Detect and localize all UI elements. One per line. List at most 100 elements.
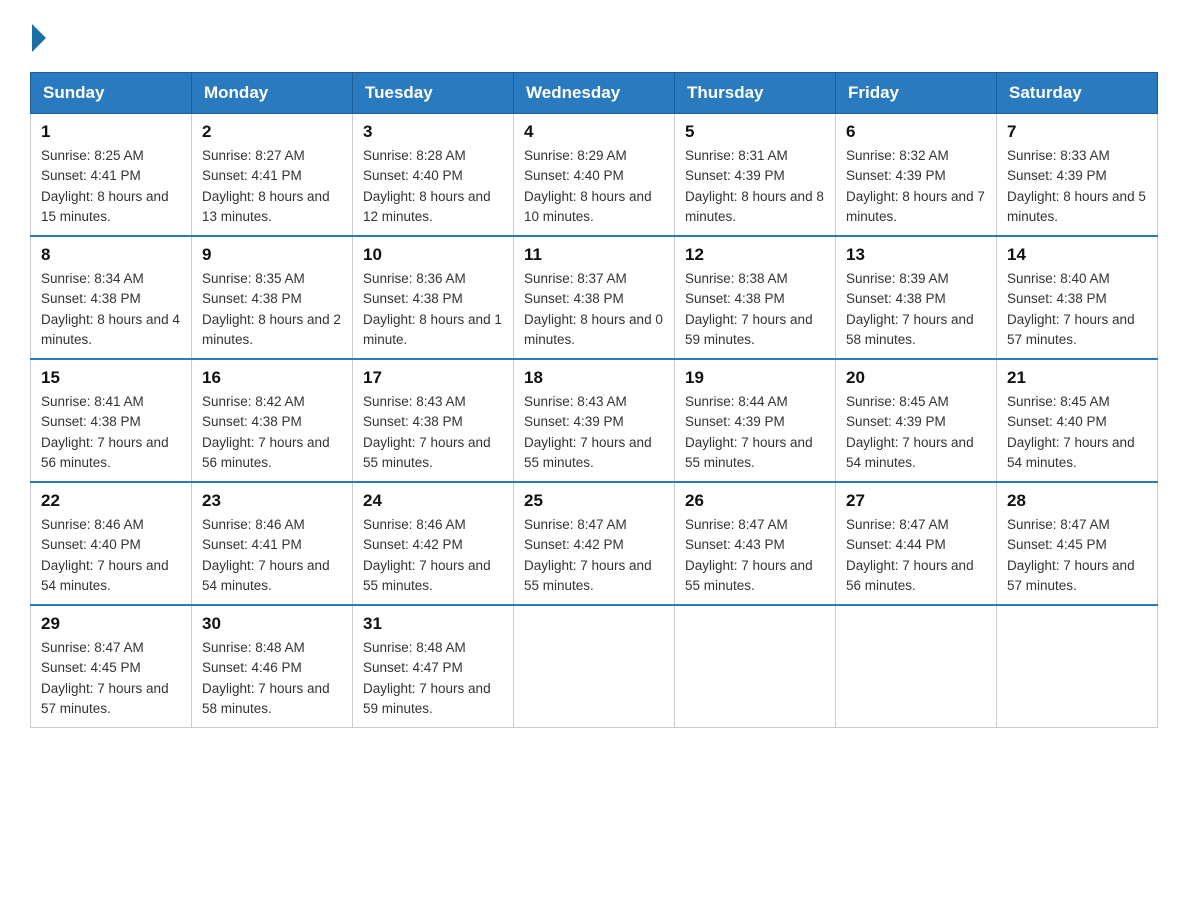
- day-info: Sunrise: 8:46 AM Sunset: 4:42 PM Dayligh…: [363, 515, 503, 596]
- day-info: Sunrise: 8:27 AM Sunset: 4:41 PM Dayligh…: [202, 146, 342, 227]
- page-header: [30, 20, 1158, 52]
- calendar-week-row: 1 Sunrise: 8:25 AM Sunset: 4:41 PM Dayli…: [31, 114, 1158, 237]
- calendar-cell: 23 Sunrise: 8:46 AM Sunset: 4:41 PM Dayl…: [192, 482, 353, 605]
- calendar-cell: 27 Sunrise: 8:47 AM Sunset: 4:44 PM Dayl…: [836, 482, 997, 605]
- day-info: Sunrise: 8:47 AM Sunset: 4:43 PM Dayligh…: [685, 515, 825, 596]
- calendar-table: SundayMondayTuesdayWednesdayThursdayFrid…: [30, 72, 1158, 728]
- day-number: 16: [202, 368, 342, 388]
- day-info: Sunrise: 8:34 AM Sunset: 4:38 PM Dayligh…: [41, 269, 181, 350]
- day-number: 10: [363, 245, 503, 265]
- calendar-cell: 12 Sunrise: 8:38 AM Sunset: 4:38 PM Dayl…: [675, 236, 836, 359]
- calendar-cell: 22 Sunrise: 8:46 AM Sunset: 4:40 PM Dayl…: [31, 482, 192, 605]
- calendar-cell: 3 Sunrise: 8:28 AM Sunset: 4:40 PM Dayli…: [353, 114, 514, 237]
- day-info: Sunrise: 8:37 AM Sunset: 4:38 PM Dayligh…: [524, 269, 664, 350]
- day-info: Sunrise: 8:35 AM Sunset: 4:38 PM Dayligh…: [202, 269, 342, 350]
- day-number: 18: [524, 368, 664, 388]
- day-number: 21: [1007, 368, 1147, 388]
- calendar-cell: 19 Sunrise: 8:44 AM Sunset: 4:39 PM Dayl…: [675, 359, 836, 482]
- day-number: 4: [524, 122, 664, 142]
- day-number: 9: [202, 245, 342, 265]
- day-info: Sunrise: 8:28 AM Sunset: 4:40 PM Dayligh…: [363, 146, 503, 227]
- day-number: 15: [41, 368, 181, 388]
- calendar-cell: [514, 605, 675, 728]
- day-info: Sunrise: 8:47 AM Sunset: 4:44 PM Dayligh…: [846, 515, 986, 596]
- calendar-cell: 21 Sunrise: 8:45 AM Sunset: 4:40 PM Dayl…: [997, 359, 1158, 482]
- day-info: Sunrise: 8:44 AM Sunset: 4:39 PM Dayligh…: [685, 392, 825, 473]
- calendar-week-row: 15 Sunrise: 8:41 AM Sunset: 4:38 PM Dayl…: [31, 359, 1158, 482]
- day-info: Sunrise: 8:47 AM Sunset: 4:45 PM Dayligh…: [41, 638, 181, 719]
- calendar-cell: 29 Sunrise: 8:47 AM Sunset: 4:45 PM Dayl…: [31, 605, 192, 728]
- column-header-wednesday: Wednesday: [514, 73, 675, 114]
- calendar-cell: 13 Sunrise: 8:39 AM Sunset: 4:38 PM Dayl…: [836, 236, 997, 359]
- day-number: 12: [685, 245, 825, 265]
- day-number: 28: [1007, 491, 1147, 511]
- day-info: Sunrise: 8:48 AM Sunset: 4:46 PM Dayligh…: [202, 638, 342, 719]
- day-info: Sunrise: 8:33 AM Sunset: 4:39 PM Dayligh…: [1007, 146, 1147, 227]
- logo-arrow-icon: [32, 24, 46, 52]
- day-number: 14: [1007, 245, 1147, 265]
- day-info: Sunrise: 8:45 AM Sunset: 4:39 PM Dayligh…: [846, 392, 986, 473]
- column-header-friday: Friday: [836, 73, 997, 114]
- calendar-cell: 24 Sunrise: 8:46 AM Sunset: 4:42 PM Dayl…: [353, 482, 514, 605]
- day-info: Sunrise: 8:43 AM Sunset: 4:38 PM Dayligh…: [363, 392, 503, 473]
- day-info: Sunrise: 8:32 AM Sunset: 4:39 PM Dayligh…: [846, 146, 986, 227]
- calendar-cell: 1 Sunrise: 8:25 AM Sunset: 4:41 PM Dayli…: [31, 114, 192, 237]
- day-info: Sunrise: 8:25 AM Sunset: 4:41 PM Dayligh…: [41, 146, 181, 227]
- day-info: Sunrise: 8:41 AM Sunset: 4:38 PM Dayligh…: [41, 392, 181, 473]
- day-number: 13: [846, 245, 986, 265]
- day-number: 26: [685, 491, 825, 511]
- day-number: 5: [685, 122, 825, 142]
- day-number: 22: [41, 491, 181, 511]
- day-number: 8: [41, 245, 181, 265]
- day-info: Sunrise: 8:42 AM Sunset: 4:38 PM Dayligh…: [202, 392, 342, 473]
- day-number: 25: [524, 491, 664, 511]
- day-number: 2: [202, 122, 342, 142]
- calendar-cell: 20 Sunrise: 8:45 AM Sunset: 4:39 PM Dayl…: [836, 359, 997, 482]
- day-number: 24: [363, 491, 503, 511]
- calendar-cell: 7 Sunrise: 8:33 AM Sunset: 4:39 PM Dayli…: [997, 114, 1158, 237]
- logo: [30, 20, 46, 52]
- calendar-cell: 28 Sunrise: 8:47 AM Sunset: 4:45 PM Dayl…: [997, 482, 1158, 605]
- column-header-monday: Monday: [192, 73, 353, 114]
- day-info: Sunrise: 8:47 AM Sunset: 4:45 PM Dayligh…: [1007, 515, 1147, 596]
- calendar-cell: 17 Sunrise: 8:43 AM Sunset: 4:38 PM Dayl…: [353, 359, 514, 482]
- day-info: Sunrise: 8:39 AM Sunset: 4:38 PM Dayligh…: [846, 269, 986, 350]
- calendar-cell: 10 Sunrise: 8:36 AM Sunset: 4:38 PM Dayl…: [353, 236, 514, 359]
- day-number: 20: [846, 368, 986, 388]
- calendar-header-row: SundayMondayTuesdayWednesdayThursdayFrid…: [31, 73, 1158, 114]
- calendar-cell: 30 Sunrise: 8:48 AM Sunset: 4:46 PM Dayl…: [192, 605, 353, 728]
- column-header-saturday: Saturday: [997, 73, 1158, 114]
- calendar-cell: 6 Sunrise: 8:32 AM Sunset: 4:39 PM Dayli…: [836, 114, 997, 237]
- day-number: 11: [524, 245, 664, 265]
- calendar-cell: 26 Sunrise: 8:47 AM Sunset: 4:43 PM Dayl…: [675, 482, 836, 605]
- day-number: 17: [363, 368, 503, 388]
- day-number: 1: [41, 122, 181, 142]
- day-info: Sunrise: 8:29 AM Sunset: 4:40 PM Dayligh…: [524, 146, 664, 227]
- calendar-cell: 8 Sunrise: 8:34 AM Sunset: 4:38 PM Dayli…: [31, 236, 192, 359]
- column-header-tuesday: Tuesday: [353, 73, 514, 114]
- day-info: Sunrise: 8:48 AM Sunset: 4:47 PM Dayligh…: [363, 638, 503, 719]
- day-number: 30: [202, 614, 342, 634]
- day-info: Sunrise: 8:46 AM Sunset: 4:41 PM Dayligh…: [202, 515, 342, 596]
- day-info: Sunrise: 8:43 AM Sunset: 4:39 PM Dayligh…: [524, 392, 664, 473]
- day-info: Sunrise: 8:38 AM Sunset: 4:38 PM Dayligh…: [685, 269, 825, 350]
- calendar-cell: 14 Sunrise: 8:40 AM Sunset: 4:38 PM Dayl…: [997, 236, 1158, 359]
- calendar-week-row: 8 Sunrise: 8:34 AM Sunset: 4:38 PM Dayli…: [31, 236, 1158, 359]
- column-header-thursday: Thursday: [675, 73, 836, 114]
- calendar-cell: 5 Sunrise: 8:31 AM Sunset: 4:39 PM Dayli…: [675, 114, 836, 237]
- day-number: 23: [202, 491, 342, 511]
- day-number: 31: [363, 614, 503, 634]
- column-header-sunday: Sunday: [31, 73, 192, 114]
- day-number: 3: [363, 122, 503, 142]
- calendar-cell: 16 Sunrise: 8:42 AM Sunset: 4:38 PM Dayl…: [192, 359, 353, 482]
- day-info: Sunrise: 8:46 AM Sunset: 4:40 PM Dayligh…: [41, 515, 181, 596]
- day-number: 29: [41, 614, 181, 634]
- day-number: 19: [685, 368, 825, 388]
- calendar-cell: [675, 605, 836, 728]
- calendar-week-row: 29 Sunrise: 8:47 AM Sunset: 4:45 PM Dayl…: [31, 605, 1158, 728]
- calendar-cell: 9 Sunrise: 8:35 AM Sunset: 4:38 PM Dayli…: [192, 236, 353, 359]
- calendar-week-row: 22 Sunrise: 8:46 AM Sunset: 4:40 PM Dayl…: [31, 482, 1158, 605]
- calendar-cell: [836, 605, 997, 728]
- day-number: 27: [846, 491, 986, 511]
- day-info: Sunrise: 8:36 AM Sunset: 4:38 PM Dayligh…: [363, 269, 503, 350]
